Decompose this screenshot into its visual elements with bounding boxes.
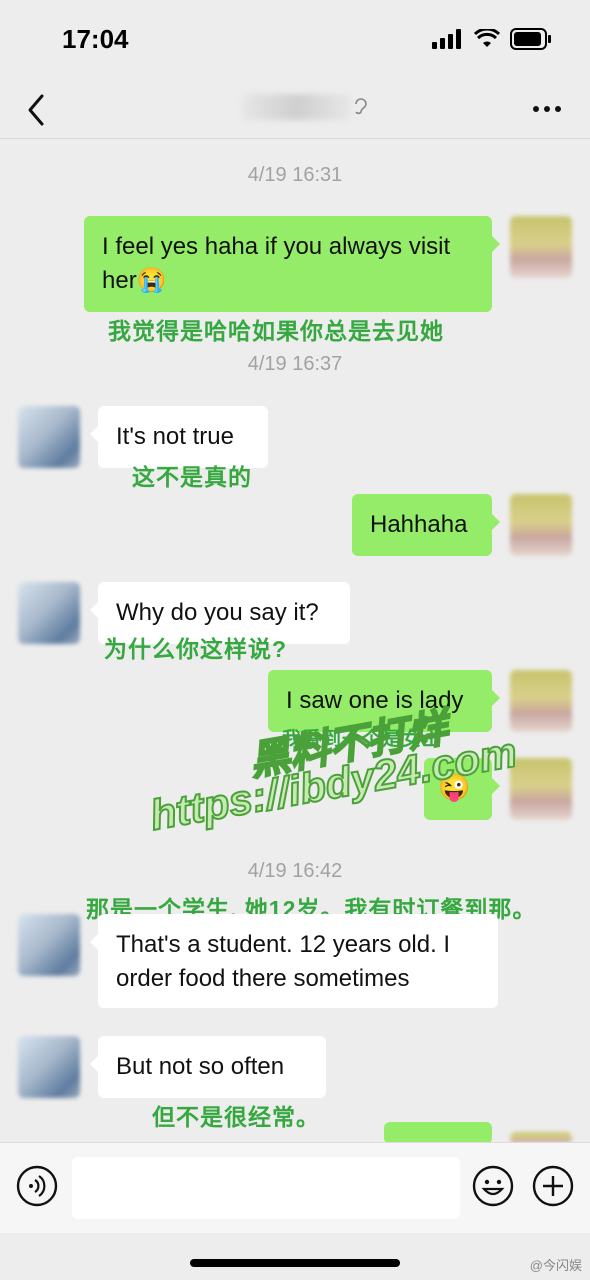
status-icons <box>432 28 552 50</box>
timestamp: 4/19 16:42 <box>247 860 343 882</box>
translation-text: 为什么你这样说? <box>104 636 288 662</box>
message-line: order food there sometimes <box>116 965 410 992</box>
outgoing-message[interactable]: I feel yes haha if you always visit her😭 <box>84 216 500 312</box>
translation-text: 这不是真的 <box>132 464 252 490</box>
signal-icon <box>432 29 461 49</box>
timestamp: 4/19 16:31 <box>247 164 343 186</box>
home-indicator[interactable] <box>190 1259 400 1267</box>
voice-input-icon[interactable] <box>16 1165 58 1207</box>
wifi-icon <box>474 29 500 47</box>
battery-icon <box>510 28 551 50</box>
status-bar: 17:04 <box>0 0 590 80</box>
corner-mark: @今闪娱 <box>529 1258 582 1273</box>
contact-avatar[interactable] <box>18 582 80 644</box>
translation-text: 但不是很经常。 <box>152 1104 320 1130</box>
contact-avatar[interactable] <box>18 406 80 468</box>
mute-ear-icon <box>355 98 367 115</box>
message-line: her😭 <box>102 267 167 294</box>
status-time: 17:04 <box>62 24 129 54</box>
back-arrow-icon[interactable] <box>22 90 52 130</box>
incoming-message[interactable]: But not so often <box>90 1036 326 1098</box>
emoji-icon[interactable] <box>472 1165 514 1207</box>
timestamp: 4/19 16:37 <box>247 353 343 375</box>
more-options-icon[interactable] <box>532 104 562 114</box>
translation-text: 我觉得是哈哈如果你总是去见她 <box>108 318 444 344</box>
outgoing-message[interactable]: Hahhaha <box>352 494 500 556</box>
contact-name-blurred <box>242 94 352 120</box>
my-avatar[interactable] <box>510 216 572 278</box>
message-line: That's a student. 12 years old. I <box>116 931 451 958</box>
contact-avatar[interactable] <box>18 1036 80 1098</box>
chat-header <box>0 80 590 139</box>
add-more-icon[interactable] <box>532 1165 574 1207</box>
my-avatar[interactable] <box>510 494 572 556</box>
incoming-message[interactable]: That's a student. 12 years old. I order … <box>90 914 498 1008</box>
message-input[interactable] <box>72 1157 460 1219</box>
my-avatar[interactable] <box>510 758 572 820</box>
outgoing-message-partial[interactable] <box>384 1122 500 1158</box>
input-bar <box>0 1142 590 1233</box>
contact-avatar[interactable] <box>18 914 80 976</box>
message-line: I feel yes haha if you always visit <box>102 233 451 260</box>
my-avatar[interactable] <box>510 670 572 732</box>
